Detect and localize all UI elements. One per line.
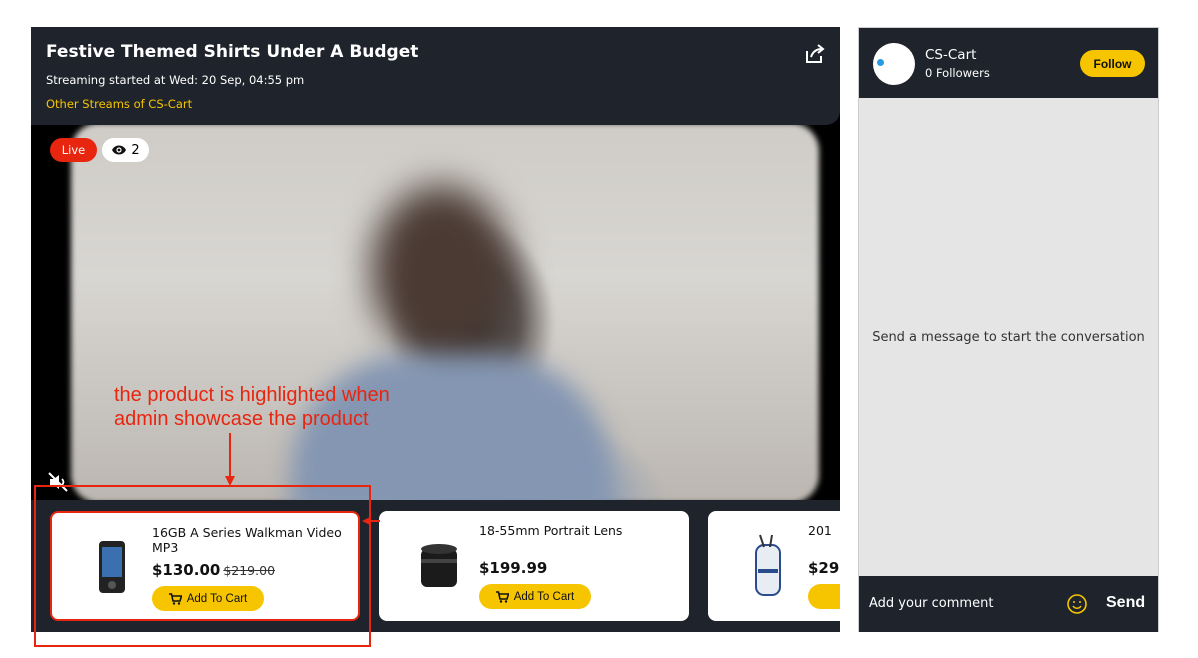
- chat-footer: Send: [859, 576, 1158, 632]
- emoji-icon[interactable]: [1067, 594, 1087, 614]
- golf-bag-product-image: [755, 534, 781, 596]
- product-old-price: $219.00: [223, 563, 276, 578]
- eye-icon: [112, 145, 127, 155]
- annotation-text: the product is highlighted when admin sh…: [114, 383, 434, 431]
- annotation-line-2: admin showcase the product: [114, 408, 369, 430]
- walkman-product-image: [99, 541, 125, 593]
- product-price: $199.99: [479, 559, 547, 577]
- follow-button[interactable]: Follow: [1080, 50, 1145, 77]
- stream-player: Festive Themed Shirts Under A Budget Str…: [31, 27, 840, 632]
- product-current-price: $29: [808, 559, 840, 577]
- store-avatar[interactable]: [873, 43, 915, 85]
- viewer-count-badge: 2: [102, 138, 149, 162]
- empty-chat-message: Send a message to start the conversation: [872, 330, 1145, 345]
- stream-start-time: Streaming started at Wed: 20 Sep, 04:55 …: [46, 73, 305, 87]
- comment-input[interactable]: [869, 596, 1049, 611]
- stream-header: Festive Themed Shirts Under A Budget Str…: [31, 27, 840, 125]
- cart-icon: [168, 592, 182, 605]
- cart-icon: [495, 590, 509, 603]
- presenter-body-blur: [291, 355, 611, 515]
- store-logo-dot: [877, 59, 884, 66]
- product-carousel: 16GB A Series Walkman Video MP3 $130.00 $…: [31, 500, 840, 632]
- other-streams-link[interactable]: Other Streams of CS-Cart: [46, 97, 192, 111]
- follower-count: 0 Followers: [925, 66, 990, 80]
- annotation-line-1: the product is highlighted when: [114, 384, 390, 406]
- video-feed[interactable]: [31, 123, 840, 515]
- viewer-count: 2: [131, 142, 140, 158]
- chat-panel: CS-Cart 0 Followers Follow Send a messag…: [858, 27, 1159, 632]
- product-price: $130.00 $219.00: [152, 561, 275, 579]
- add-to-cart-button[interactable]: Add To Cart: [479, 584, 591, 609]
- stream-title: Festive Themed Shirts Under A Budget: [46, 42, 419, 62]
- product-card[interactable]: 18-55mm Portrait Lens $199.99 Add To Car…: [379, 511, 689, 621]
- product-card-highlighted[interactable]: 16GB A Series Walkman Video MP3 $130.00 $…: [50, 511, 360, 621]
- product-current-price: $130.00: [152, 561, 221, 579]
- send-button[interactable]: Send: [1106, 594, 1145, 612]
- share-icon[interactable]: [804, 43, 826, 65]
- product-name[interactable]: 18-55mm Portrait Lens: [479, 523, 679, 538]
- chat-header: CS-Cart 0 Followers Follow: [859, 28, 1158, 98]
- product-price: $29: [808, 559, 839, 577]
- store-name[interactable]: CS-Cart: [925, 47, 976, 63]
- add-to-cart-button[interactable]: [808, 584, 840, 609]
- add-to-cart-label: Add To Cart: [186, 592, 248, 605]
- add-to-cart-label: Add To Cart: [513, 590, 575, 603]
- product-name[interactable]: 16GB A Series Walkman Video MP3: [152, 525, 352, 555]
- product-name[interactable]: 201: [808, 523, 840, 538]
- add-to-cart-button[interactable]: Add To Cart: [152, 586, 264, 611]
- product-current-price: $199.99: [479, 559, 548, 577]
- muted-speaker-icon[interactable]: [47, 471, 69, 493]
- product-card[interactable]: 201 $29: [708, 511, 840, 621]
- live-badge: Live: [50, 138, 97, 162]
- presenter-blur: [371, 185, 511, 355]
- lens-product-image: [421, 544, 457, 587]
